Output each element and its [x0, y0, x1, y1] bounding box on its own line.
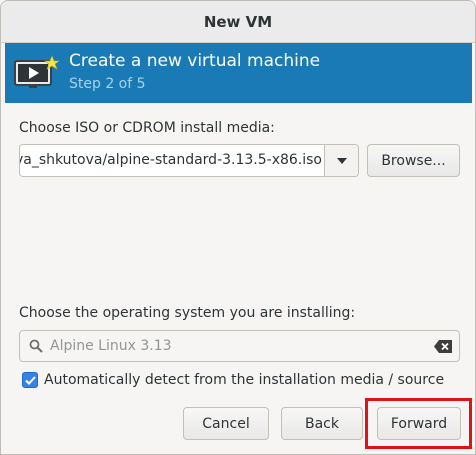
os-search-field[interactable]: Alpine Linux 3.13	[19, 330, 460, 362]
install-media-label: Choose ISO or CDROM install media:	[19, 120, 275, 136]
window-title: New VM	[203, 12, 273, 31]
new-vm-dialog: New VM Create a new virtual machine Step…	[0, 0, 476, 455]
cancel-button[interactable]: Cancel	[183, 407, 269, 440]
auto-detect-label[interactable]: Automatically detect from the installati…	[44, 372, 444, 388]
browse-button[interactable]: Browse...	[367, 144, 460, 177]
checkmark-icon	[24, 375, 36, 385]
os-label: Choose the operating system you are inst…	[19, 305, 356, 321]
chevron-down-icon	[336, 157, 347, 164]
title-bar[interactable]: New VM	[1, 1, 475, 43]
banner-step: Step 2 of 5	[69, 76, 146, 92]
header-banner: Create a new virtual machine Step 2 of 5	[5, 43, 472, 103]
auto-detect-checkbox[interactable]	[22, 372, 38, 388]
search-icon	[29, 339, 43, 353]
forward-button[interactable]: Forward	[377, 407, 461, 440]
os-search-input[interactable]: Alpine Linux 3.13	[50, 338, 172, 354]
clear-icon[interactable]	[434, 340, 452, 353]
install-media-combo[interactable]: /home/va_shkutova/alpine-standard-3.13.5…	[19, 144, 359, 177]
back-button[interactable]: Back	[281, 407, 363, 440]
banner-title: Create a new virtual machine	[69, 51, 321, 71]
install-media-path: /home/va_shkutova/alpine-standard-3.13.5…	[20, 152, 322, 168]
install-media-input[interactable]: /home/va_shkutova/alpine-standard-3.13.5…	[20, 145, 324, 176]
monitor-play-star-icon	[14, 55, 59, 88]
combo-dropdown-button[interactable]	[324, 145, 358, 176]
